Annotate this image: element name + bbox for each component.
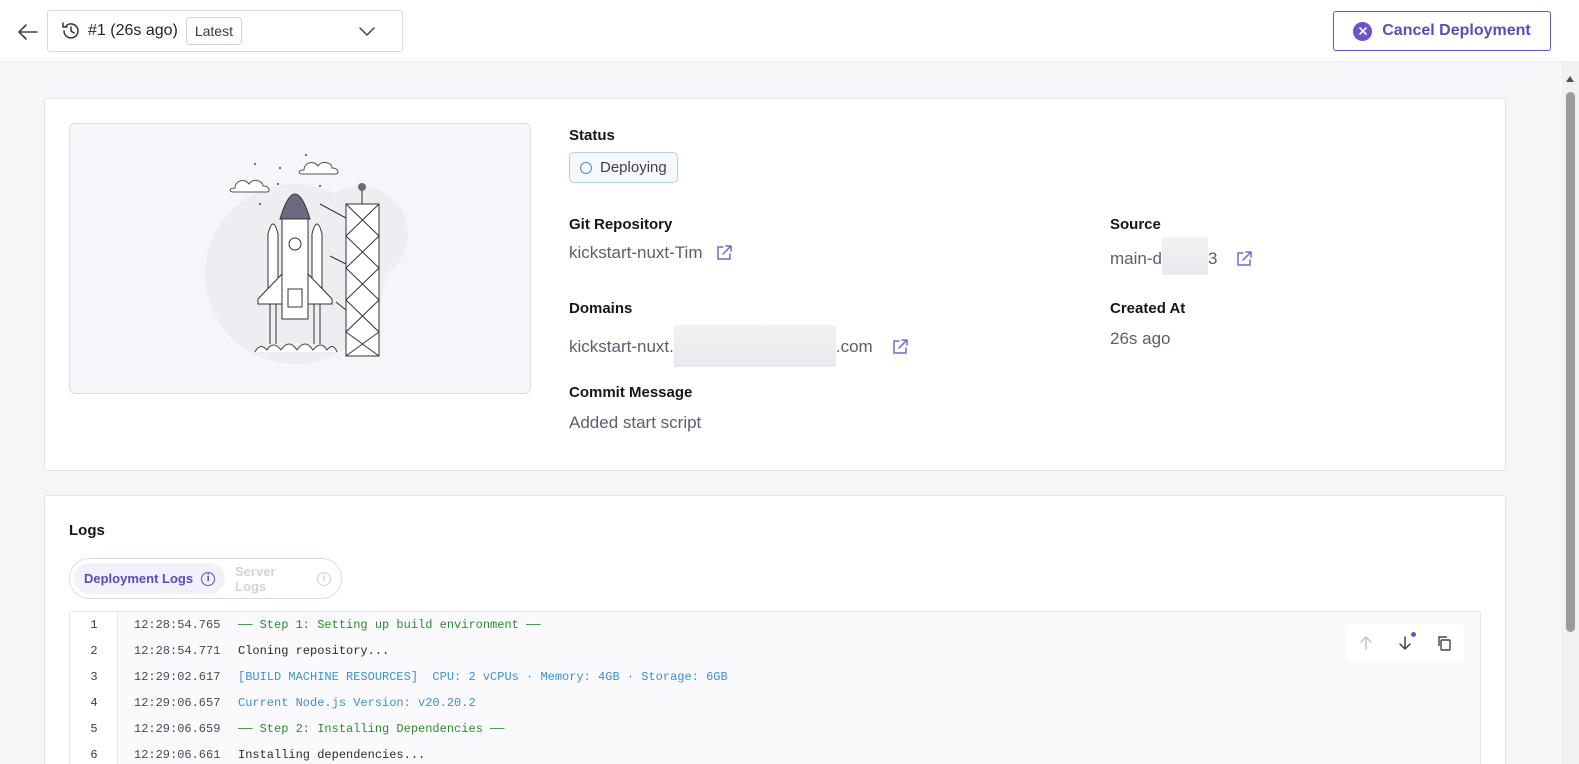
line-number: 5 — [90, 722, 98, 736]
external-link-icon[interactable] — [891, 338, 909, 356]
log-timestamp: 12:28:54.765 — [134, 618, 221, 632]
info-icon[interactable]: i — [201, 571, 216, 586]
line-number: 6 — [90, 748, 98, 762]
logs-card: Logs Deployment Logs i Server Logs i 1 12… — [44, 495, 1506, 764]
domain-value: kickstart-nuxt. .com — [569, 325, 909, 367]
line-number: 1 — [90, 618, 98, 632]
log-line: 2 12:28:54.771 Cloning repository... — [70, 638, 1480, 664]
scroll-up-arrow-icon[interactable] — [1566, 76, 1574, 82]
log-toolbar — [1346, 624, 1464, 662]
cancel-deployment-button[interactable]: Cancel Deployment — [1333, 11, 1551, 51]
log-tabs: Deployment Logs i Server Logs i — [69, 558, 342, 599]
scroll-to-top-button[interactable] — [1353, 630, 1379, 656]
log-message: Cloning repository... — [238, 644, 390, 658]
arrow-up-icon — [1359, 636, 1372, 650]
log-message: ── Step 2: Installing Dependencies ── — [238, 722, 505, 736]
git-repository-label: Git Repository — [569, 216, 673, 233]
latest-badge: Latest — [185, 17, 242, 45]
copy-logs-button[interactable] — [1431, 630, 1457, 656]
log-line: 3 12:29:02.617 [BUILD MACHINE RESOURCES] C… — [70, 664, 1480, 690]
line-number: 4 — [90, 696, 98, 710]
domain-suffix: .com — [835, 337, 873, 356]
log-message: Installing dependencies... — [238, 748, 426, 762]
back-arrow-icon — [18, 24, 38, 40]
copy-icon — [1438, 636, 1452, 651]
tab-label: Server Logs — [235, 563, 276, 594]
domain-prefix: kickstart-nuxt. — [569, 337, 674, 356]
status-badge: Deploying — [569, 152, 678, 183]
source-suffix: 3 — [1207, 249, 1218, 268]
created-at-value: 26s ago — [1110, 329, 1171, 348]
deployment-selector-label: #1 (26s ago) — [88, 22, 178, 39]
status-ring-icon — [580, 161, 592, 174]
logs-title: Logs — [69, 522, 105, 539]
log-message: ── Step 1: Setting up build environment … — [238, 618, 541, 632]
git-repository-name: kickstart-nuxt-Tim — [569, 243, 703, 262]
history-icon — [60, 19, 84, 43]
external-link-icon[interactable] — [715, 244, 733, 262]
log-viewer[interactable]: 1 12:28:54.765 ── Step 1: Setting up build… — [69, 611, 1481, 764]
cancel-deployment-label: Cancel Deployment — [1382, 22, 1531, 39]
log-message: [BUILD MACHINE RESOURCES] CPU: 2 vCPUs ·… — [238, 670, 728, 684]
log-line: 6 12:29:06.661 Installing dependencies... — [70, 742, 1480, 764]
tab-server-logs[interactable]: Server Logs i — [225, 563, 341, 594]
log-line: 1 12:28:54.765 ── Step 1: Setting up build… — [70, 612, 1480, 638]
back-button[interactable] — [14, 18, 42, 46]
scroll-to-bottom-button[interactable] — [1392, 630, 1418, 656]
log-message: Current Node.js Version: v20.20.2 — [238, 696, 476, 710]
redacted-block — [1161, 237, 1208, 275]
commit-message-value: Added start script — [569, 413, 702, 432]
new-logs-indicator — [1410, 632, 1416, 637]
tab-label: Deployment Logs — [84, 571, 194, 586]
scroll-thumb[interactable] — [1566, 92, 1575, 632]
line-number: 2 — [90, 644, 98, 658]
deployment-selector[interactable]: #1 (26s ago) Latest — [47, 10, 403, 52]
domains-label: Domains — [569, 300, 633, 317]
log-timestamp: 12:29:02.617 — [134, 670, 221, 684]
log-timestamp: 12:28:54.771 — [134, 644, 221, 658]
info-icon[interactable]: i — [317, 571, 331, 586]
log-timestamp: 12:29:06.661 — [134, 748, 221, 762]
log-timestamp: 12:29:06.659 — [134, 722, 221, 736]
git-repository-value: kickstart-nuxt-Tim — [569, 243, 733, 263]
x-circle-icon — [1353, 21, 1373, 41]
rocket-illustration — [69, 123, 531, 394]
status-value: Deploying — [600, 159, 667, 176]
chevron-down-icon — [358, 22, 376, 45]
source-prefix: main-d — [1110, 249, 1162, 268]
arrow-down-icon — [1399, 636, 1411, 650]
log-line: 5 12:29:06.659 ── Step 2: Installing Depen… — [70, 716, 1480, 742]
line-number: 3 — [90, 670, 98, 684]
commit-message-label: Commit Message — [569, 384, 693, 401]
status-label: Status — [569, 127, 615, 144]
log-timestamp: 12:29:06.657 — [134, 696, 221, 710]
tab-deployment-logs[interactable]: Deployment Logs i — [74, 563, 226, 594]
page-scrollbar[interactable] — [1562, 62, 1579, 764]
created-at-label: Created At — [1110, 300, 1186, 317]
log-line: 4 12:29:06.657 Current Node.js Version: v2… — [70, 690, 1480, 716]
source-value: main-d 3 — [1110, 237, 1253, 275]
redacted-block — [673, 325, 836, 367]
external-link-icon[interactable] — [1235, 250, 1253, 268]
top-bar: #1 (26s ago) Latest Cancel Deployment — [0, 0, 1579, 62]
source-label: Source — [1110, 216, 1161, 233]
deployment-info-card: Status Deploying Git Repository kickstar… — [44, 98, 1506, 471]
